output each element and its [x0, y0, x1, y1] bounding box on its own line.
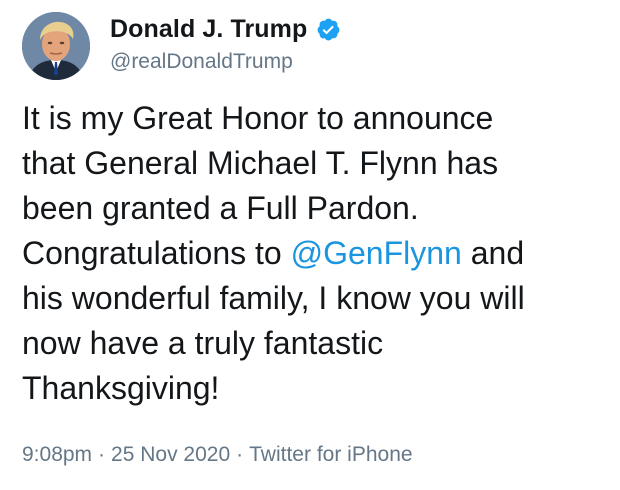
name-row: Donald J. Trump [110, 14, 341, 44]
profile-avatar[interactable] [22, 12, 90, 80]
user-handle[interactable]: @realDonaldTrump [110, 50, 293, 74]
tweet-meta: 9:08pm · 25 Nov 2020 · Twitter for iPhone [22, 443, 413, 467]
tweet-line: been granted a Full Pardon. [22, 190, 419, 226]
separator-dot: · [236, 443, 244, 466]
tweet-source[interactable]: Twitter for iPhone [249, 443, 412, 466]
tweet-line: Thanksgiving! [22, 370, 220, 406]
verified-badge-icon [316, 17, 341, 42]
tweet-text: It is my Great Honor to announce that Ge… [22, 96, 612, 411]
tweet-text-fragment: and [461, 235, 525, 271]
tweet-line: It is my Great Honor to announce [22, 100, 494, 136]
tweet-time[interactable]: 9:08pm [22, 443, 92, 466]
separator-dot: · [98, 443, 106, 466]
tweet-line: that General Michael T. Flynn has [22, 145, 499, 181]
tweet-text-fragment: Congratulations to [22, 235, 291, 271]
tweet-line: his wonderful family, I know you will [22, 280, 525, 316]
tweet-line-with-mention: Congratulations to @GenFlynn and [22, 231, 612, 276]
display-name[interactable]: Donald J. Trump [110, 15, 307, 44]
tweet-line: now have a truly fantastic [22, 325, 384, 361]
tweet-card: Donald J. Trump @realDonaldTrump It is m… [0, 0, 620, 490]
mention-link[interactable]: @GenFlynn [291, 235, 462, 271]
tweet-date[interactable]: 25 Nov 2020 [111, 443, 230, 466]
